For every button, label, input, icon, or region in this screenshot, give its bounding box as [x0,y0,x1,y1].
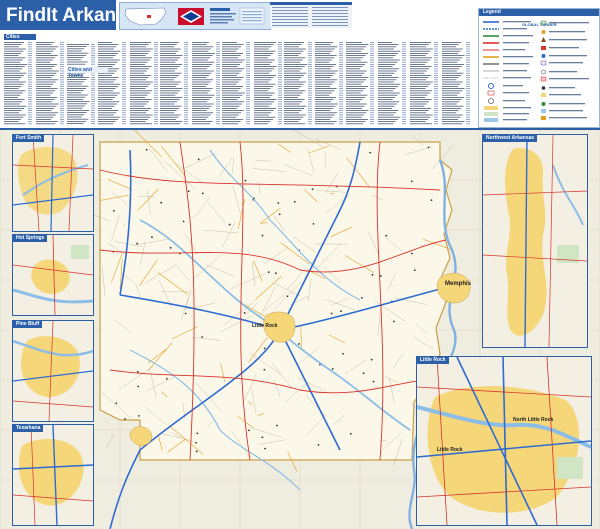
inset-title-hot-springs: Hot Springs [13,235,48,242]
inset-title-little-rock: Little Rock [417,357,449,364]
inset-pine-bluff: Pine Bluff [12,320,94,422]
memphis-urban-area [437,272,471,304]
inset-label-north-little-rock: North Little Rock [513,417,554,423]
population-table [270,2,352,28]
inset-little-rock: Little Rock North Little Rock Little Roc… [416,356,592,526]
index-heading-cities: Cities [4,34,36,40]
index-heading-towns: Cities and Towns [67,67,108,79]
map-label-little-rock: Little Rock [252,323,278,329]
title-banner: FindIt Arkansas [0,0,148,30]
city-index: Cities Cities and Towns [0,31,478,126]
map-frame: Memphis Little Rock Fort Smith Hot Sprin… [0,128,600,529]
inset-texarkana: Texarkana [12,424,94,526]
inset-northwest-arkansas: Northwest Arkansas [482,134,588,348]
inset-title-texarkana: Texarkana [13,425,44,432]
publisher-logo: GLOBAL TURNER [522,22,557,27]
legend-title: Legend [483,9,501,15]
map-label-memphis: Memphis [445,281,472,287]
inset-title-pine-bluff: Pine Bluff [13,321,43,328]
inset-title-fort-smith: Fort Smith [13,135,44,142]
map-header: FindIt Arkansas Cities Cities and Towns … [0,0,600,128]
inset-fort-smith: Fort Smith [12,134,94,232]
inset-hot-springs: Hot Springs [12,234,94,316]
legend-title-bar: Legend [479,9,599,16]
inset-title-northwest-arkansas: Northwest Arkansas [483,135,538,142]
inset-label-little-rock: Little Rock [437,447,463,453]
locator-map [119,2,271,30]
